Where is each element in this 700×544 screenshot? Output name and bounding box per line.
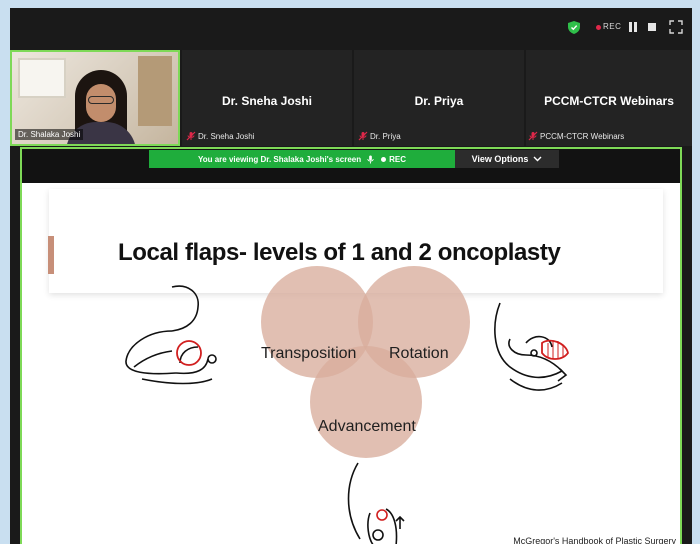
mic-muted-icon bbox=[528, 131, 538, 141]
advancement-label: Advancement bbox=[318, 418, 416, 435]
participant-video-label: Dr. Shalaka Joshi bbox=[15, 129, 84, 140]
viewing-banner-text: You are viewing Dr. Shalaka Joshi's scre… bbox=[197, 154, 362, 164]
viewing-banner: You are viewing Dr. Shalaka Joshi's scre… bbox=[149, 150, 455, 168]
participant-display-name: Dr. Sneha Joshi bbox=[221, 94, 313, 108]
participant-tag: PCCM-CTCR Webinars bbox=[528, 131, 624, 141]
flap-diagram bbox=[125, 266, 569, 544]
participant-tag-label: Dr. Sneha Joshi bbox=[198, 131, 255, 141]
recording-dot-icon bbox=[381, 156, 387, 162]
left-breast-sketch bbox=[125, 285, 217, 385]
left-defect-circle bbox=[176, 340, 202, 366]
stop-icon[interactable] bbox=[648, 23, 656, 31]
mic-icon bbox=[367, 154, 374, 164]
participant-tag-label: PCCM-CTCR Webinars bbox=[540, 131, 625, 141]
presentation-slide: Local flaps- levels of 1 and 2 oncoplast… bbox=[22, 183, 680, 544]
mic-muted-icon bbox=[358, 131, 368, 141]
rotation-label: Rotation bbox=[389, 345, 449, 362]
view-options-label: View Options bbox=[471, 154, 529, 164]
bottom-breast-sketch bbox=[347, 462, 405, 544]
chevron-down-icon bbox=[533, 156, 542, 162]
participant-tag: Dr. Priya bbox=[358, 131, 401, 141]
shield-icon[interactable] bbox=[568, 21, 580, 34]
slide-citation: McGregor's Handbook of Plastic Surgery bbox=[513, 536, 676, 544]
participant-tag: Dr. Sneha Joshi bbox=[186, 131, 254, 141]
zoom-window: REC Dr. Shalaka Joshi Dr. Sneha Joshi Dr… bbox=[10, 8, 692, 544]
right-defect-shape bbox=[541, 339, 569, 360]
participant-tile-video[interactable]: Dr. Shalaka Joshi bbox=[10, 50, 180, 146]
grid-icon[interactable] bbox=[669, 20, 683, 34]
view-options-button[interactable]: View Options bbox=[455, 150, 559, 168]
participant-tile[interactable]: PCCM-CTCR Webinars PCCM-CTCR Webinars bbox=[526, 50, 692, 146]
participant-tile[interactable]: Dr. Sneha Joshi Dr. Sneha Joshi bbox=[182, 50, 352, 146]
pause-icon[interactable] bbox=[629, 22, 637, 32]
transposition-label: Transposition bbox=[261, 345, 357, 362]
bottom-defect-circle bbox=[376, 509, 388, 521]
participant-display-name: PCCM-CTCR Webinars bbox=[544, 94, 674, 108]
participant-tile[interactable]: Dr. Priya Dr. Priya bbox=[354, 50, 524, 146]
shared-screen: You are viewing Dr. Shalaka Joshi's scre… bbox=[20, 147, 682, 544]
participant-tag-label: Dr. Priya bbox=[370, 131, 401, 141]
mic-muted-icon bbox=[186, 131, 196, 141]
participant-display-name: Dr. Priya bbox=[414, 94, 464, 108]
recording-label: REC bbox=[603, 22, 622, 31]
recording-dot-icon bbox=[596, 25, 601, 30]
share-toolbar: You are viewing Dr. Shalaka Joshi's scre… bbox=[22, 149, 680, 183]
top-bar: REC bbox=[10, 8, 692, 48]
right-breast-sketch bbox=[494, 302, 568, 391]
banner-rec-label: REC bbox=[389, 154, 407, 164]
